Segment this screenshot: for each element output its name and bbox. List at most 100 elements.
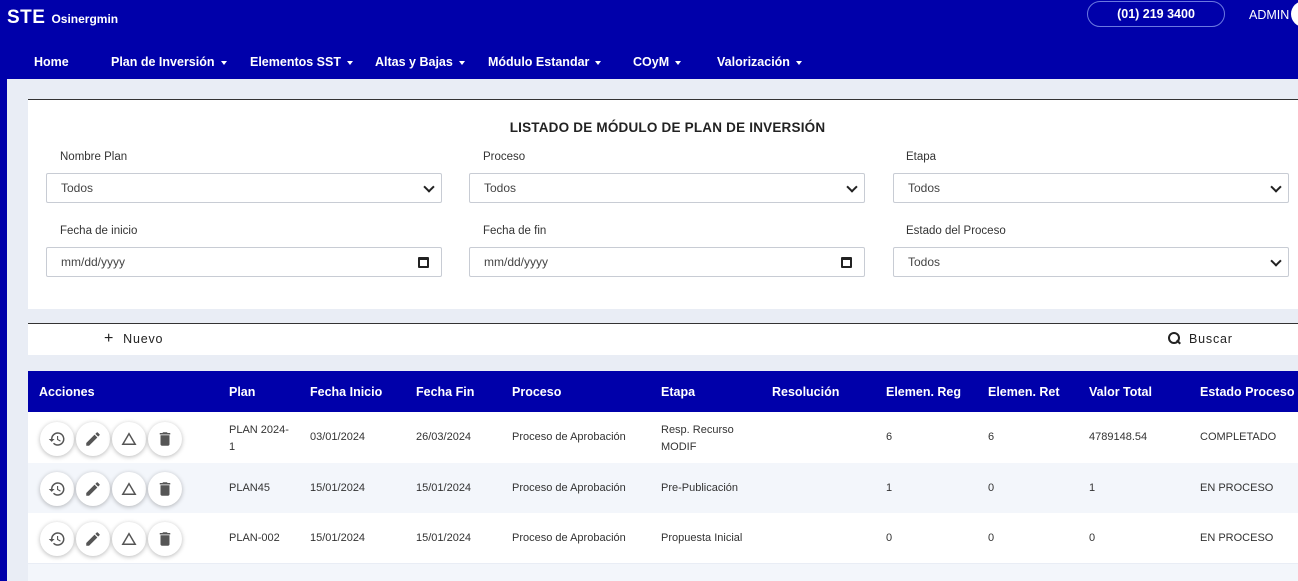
cell-plan: PLAN-002 [229, 532, 280, 544]
caret-down-icon [458, 60, 465, 65]
cell-estado: EN PROCESO [1200, 482, 1274, 494]
column-header[interactable]: Elemen. Ret [988, 385, 1060, 399]
filter-label-proceso: Proceso [483, 151, 526, 163]
history-icon [48, 432, 65, 446]
plus-icon: + [104, 330, 115, 347]
delete-icon [159, 532, 171, 546]
column-header[interactable]: Estado Proceso [1200, 385, 1294, 399]
history-button[interactable] [40, 472, 74, 506]
caret-down-icon [347, 60, 353, 65]
nav-coym[interactable]: COyM [633, 55, 682, 69]
nav-valorizacion[interactable]: Valorización [717, 55, 802, 69]
filter-label-nombre-plan: Nombre Plan [60, 151, 128, 163]
action-bar: + Nuevo Buscar [28, 323, 1298, 355]
plans-table: Acciones Plan Fecha Inicio Fecha Fin Pro… [28, 371, 1298, 563]
cell-estado: EN PROCESO [1200, 532, 1274, 544]
fecha-fin-placeholder: mm/dd/yyyy [484, 255, 549, 269]
estado-proceso-value: Todos [908, 255, 941, 269]
proceso-select[interactable]: Todos [469, 173, 865, 203]
cell-plan-line: PLAN 2024- [229, 424, 289, 436]
cell-plan: PLAN 2024- 1 [229, 422, 289, 456]
search-button[interactable]: Buscar [1168, 332, 1233, 346]
search-icon [1168, 332, 1180, 346]
user-avatar[interactable] [1291, 1, 1298, 27]
cell-valor-total: 4789148.54 [1089, 431, 1148, 443]
filter-label-fecha-fin: Fecha de fin [483, 225, 547, 237]
caret-down-icon [220, 60, 227, 65]
filter-label-etapa: Etapa [906, 151, 937, 163]
delete-icon [159, 482, 171, 496]
etapa-select[interactable]: Todos [893, 173, 1289, 203]
edit-icon [86, 482, 100, 496]
calendar-icon[interactable] [418, 257, 429, 268]
cell-etapa: Pre-Publicación [661, 482, 739, 494]
etapa-value: Todos [908, 181, 941, 195]
brand[interactable]: STE Osinergmin [7, 7, 118, 29]
filter-label-fecha-inicio: Fecha de inicio [60, 225, 138, 237]
nav-plan-inversion[interactable]: Plan de Inversión [111, 55, 227, 69]
top-header: STE Osinergmin (01) 219 3400 ADMIN [0, 0, 1298, 37]
cell-elemen-ret: 6 [988, 431, 995, 443]
table-row: PLAN-002 15/01/2024 15/01/2024 Proceso d… [28, 513, 1298, 563]
cell-proceso: Proceso de Aprobación [512, 482, 626, 494]
warning-button[interactable] [112, 472, 146, 506]
table-row: PLAN 2024- 1 03/01/2024 26/03/2024 Proces… [28, 412, 1298, 463]
cell-valor-total: 1 [1089, 482, 1096, 494]
warning-button[interactable] [112, 422, 146, 456]
warning-icon [121, 432, 137, 445]
edit-icon [86, 432, 100, 446]
delete-button[interactable] [148, 522, 182, 556]
cell-elemen-ret: 0 [988, 482, 995, 494]
fecha-inicio-placeholder: mm/dd/yyyy [61, 255, 126, 269]
cell-elemen-reg: 6 [886, 431, 893, 443]
column-header[interactable]: Fecha Fin [416, 385, 474, 399]
nombre-plan-select[interactable]: Todos [46, 173, 442, 203]
calendar-icon[interactable] [841, 257, 852, 268]
edit-button[interactable] [76, 422, 110, 456]
cell-proceso: Proceso de Aprobación [512, 431, 626, 443]
column-header[interactable]: Acciones [39, 385, 95, 399]
column-header[interactable]: Proceso [512, 385, 561, 399]
nav-altas-bajas[interactable]: Altas y Bajas [375, 55, 465, 69]
cell-fecha-inicio: 15/01/2024 [310, 482, 366, 494]
fecha-fin-input[interactable]: mm/dd/yyyy [469, 247, 865, 277]
column-header[interactable]: Plan [229, 385, 255, 399]
estado-proceso-select[interactable]: Todos [893, 247, 1289, 277]
nav-elementos-sst[interactable]: Elementos SST [250, 55, 353, 69]
edit-icon [86, 532, 100, 546]
chevron-down-icon [423, 181, 435, 193]
caret-down-icon [595, 60, 602, 65]
proceso-value: Todos [484, 181, 517, 195]
user-name[interactable]: ADMIN [1249, 8, 1289, 22]
nav-home[interactable]: Home [34, 55, 69, 69]
chevron-down-icon [1270, 181, 1282, 193]
cell-proceso: Proceso de Aprobación [512, 532, 626, 544]
phone-button[interactable]: (01) 219 3400 [1087, 1, 1225, 27]
history-button[interactable] [40, 522, 74, 556]
delete-button[interactable] [148, 422, 182, 456]
left-edge-strip [0, 78, 7, 581]
nav-modulo-estandar[interactable]: Módulo Estandar [488, 55, 602, 69]
filter-label-estado-proceso: Estado del Proceso [906, 225, 1006, 237]
warning-icon [121, 482, 137, 495]
history-button[interactable] [40, 422, 74, 456]
column-header[interactable]: Resolución [772, 385, 839, 399]
column-header[interactable]: Valor Total [1089, 385, 1152, 399]
delete-button[interactable] [148, 472, 182, 506]
cell-estado: COMPLETADO [1200, 431, 1277, 443]
cell-fecha-fin: 15/01/2024 [416, 482, 472, 494]
fecha-inicio-input[interactable]: mm/dd/yyyy [46, 247, 442, 277]
nombre-plan-value: Todos [61, 181, 94, 195]
column-header[interactable]: Fecha Inicio [310, 385, 382, 399]
warning-button[interactable] [112, 522, 146, 556]
edit-button[interactable] [76, 472, 110, 506]
brand-org: Osinergmin [51, 12, 119, 26]
cell-valor-total: 0 [1089, 532, 1096, 544]
column-header[interactable]: Etapa [661, 385, 695, 399]
history-icon [48, 482, 65, 496]
chevron-down-icon [846, 181, 858, 193]
edit-button[interactable] [76, 522, 110, 556]
search-button-label: Buscar [1189, 332, 1233, 346]
new-button[interactable]: + Nuevo [104, 330, 163, 347]
column-header[interactable]: Elemen. Reg [886, 385, 961, 399]
